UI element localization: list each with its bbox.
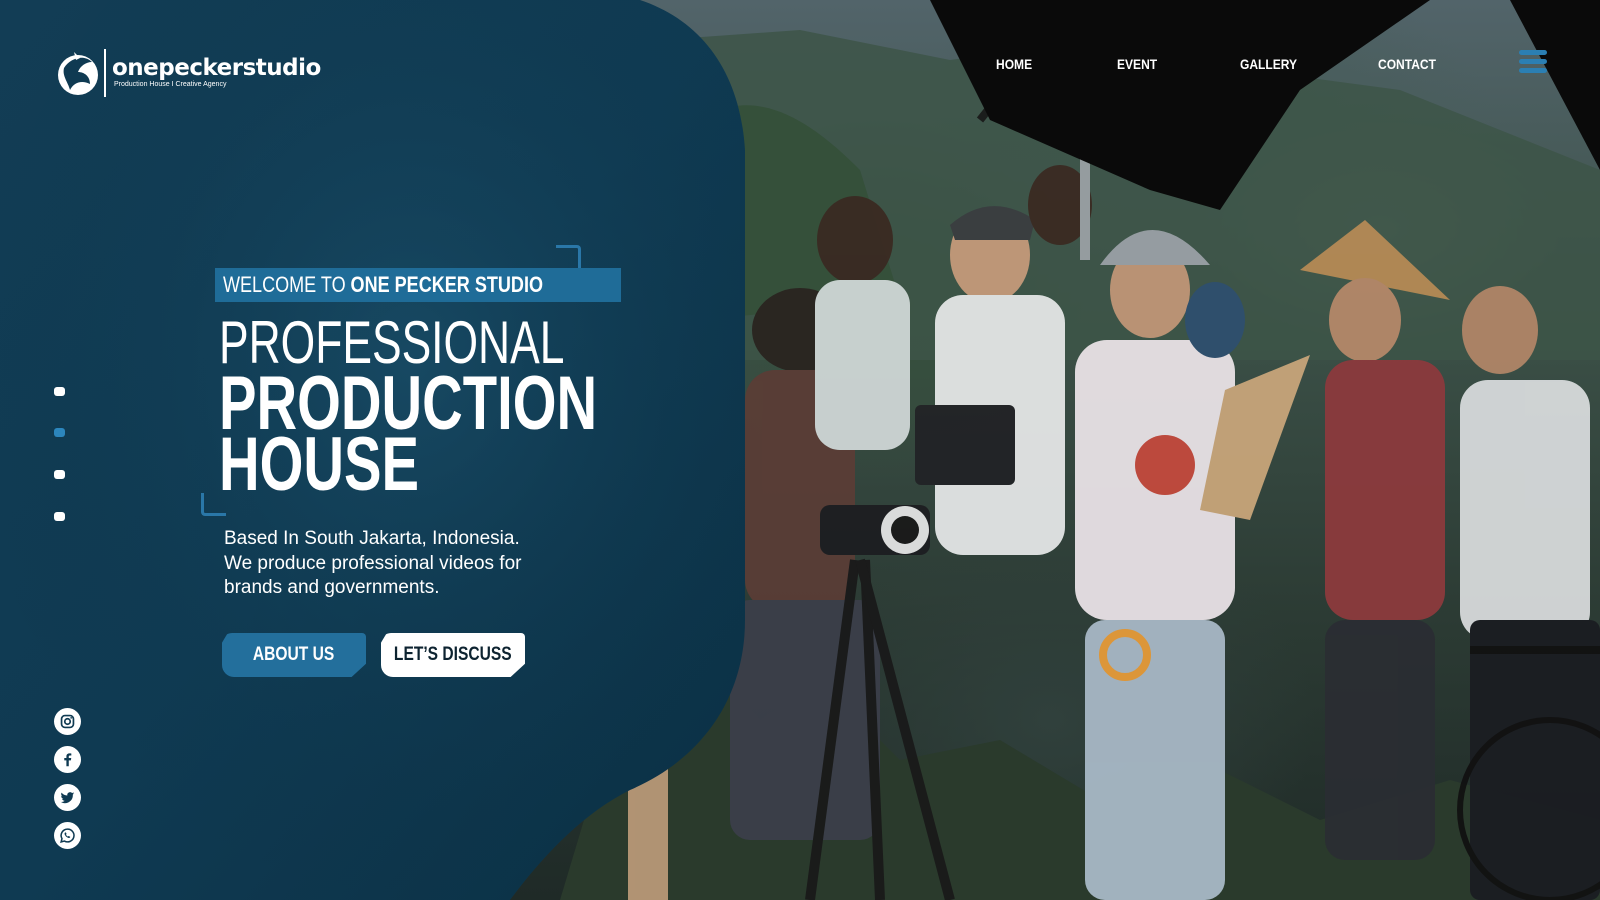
about-us-button[interactable]: ABOUT US	[222, 633, 366, 677]
description-line: brands and governments.	[224, 577, 440, 598]
landing-page: onepeckerstudio Production House I Creat…	[0, 0, 1600, 900]
slide-dot-1[interactable]	[54, 387, 65, 396]
main-nav: HOME EVENT GALLERY CONTACT	[0, 56, 1600, 76]
whatsapp-icon[interactable]	[54, 822, 81, 849]
nav-event[interactable]: EVENT	[1117, 56, 1157, 72]
description-line: Based In South Jakarta, Indonesia.	[224, 528, 520, 549]
hero-description: Based In South Jakarta, Indonesia. We pr…	[224, 527, 584, 601]
slide-dot-2[interactable]	[54, 428, 65, 437]
slide-dot-3[interactable]	[54, 470, 65, 479]
welcome-prefix: WELCOME TO	[223, 272, 346, 297]
welcome-banner: WELCOME TO ONE PECKER STUDIO	[215, 268, 622, 302]
lets-discuss-button[interactable]: LET’S DISCUSS	[381, 633, 525, 677]
welcome-name: ONE PECKER STUDIO	[350, 272, 544, 297]
about-us-label: ABOUT US	[253, 644, 335, 665]
nav-home[interactable]: HOME	[996, 56, 1032, 72]
lets-discuss-label: LET’S DISCUSS	[394, 644, 512, 665]
hamburger-icon[interactable]	[1519, 50, 1549, 76]
headline-line-3: HOUSE	[219, 422, 420, 507]
frame-corner-top-right	[556, 245, 581, 270]
twitter-icon[interactable]	[54, 784, 81, 811]
nav-gallery[interactable]: GALLERY	[1240, 56, 1297, 72]
slide-dot-4[interactable]	[54, 512, 65, 521]
frame-corner-bottom-left	[201, 493, 226, 516]
description-line: We produce professional videos for	[224, 552, 522, 574]
brand-tagline: Production House I Creative Agency	[114, 81, 227, 88]
nav-contact[interactable]: CONTACT	[1378, 56, 1436, 72]
facebook-icon[interactable]	[54, 746, 81, 773]
instagram-icon[interactable]	[54, 708, 81, 735]
